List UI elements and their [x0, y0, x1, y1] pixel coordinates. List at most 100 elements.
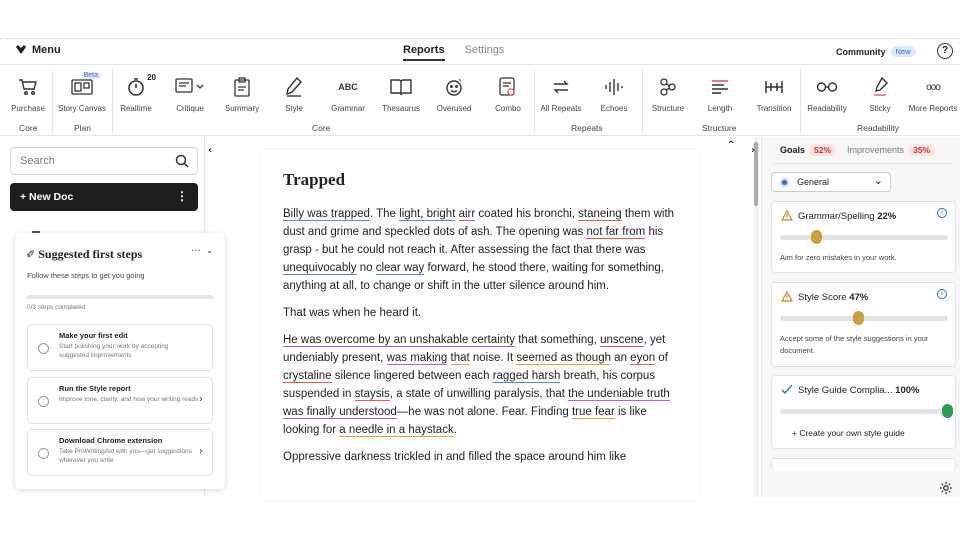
more-vertical-icon[interactable]: ⋮	[176, 189, 188, 203]
tool-grammar[interactable]: ABC Grammar	[328, 65, 368, 113]
goal-desc: Accept some of the style suggestions in …	[780, 334, 929, 355]
suggestion-highlight[interactable]: clear way	[375, 262, 425, 275]
step-radio[interactable]	[38, 343, 49, 354]
step-radio[interactable]	[38, 396, 49, 407]
length-icon	[712, 80, 728, 94]
step-card-style-report[interactable]: Run the Style report Improve tone, clari…	[27, 377, 213, 424]
tool-critique[interactable]: Critique	[170, 65, 210, 113]
tool-label: Overused	[436, 104, 472, 113]
suggestion-highlight[interactable]: Billy was trapped	[283, 208, 370, 221]
tool-length[interactable]: Length	[702, 65, 738, 113]
tool-readability[interactable]: Readability	[806, 65, 848, 113]
tab-goals[interactable]: Goals 52%	[780, 144, 837, 156]
new-doc-button[interactable]: + New Doc ⋮	[10, 183, 198, 211]
suggestion-highlight[interactable]: unscene	[600, 334, 644, 347]
more-horizontal-icon[interactable]: ···	[191, 245, 201, 256]
tool-label: More Reports	[908, 104, 958, 113]
tab-reports[interactable]: Reports	[403, 44, 445, 61]
tool-overused[interactable]: Overused	[434, 65, 474, 113]
document-page[interactable]: Trapped Billy was trapped. The light, br…	[261, 150, 699, 500]
tool-sticky[interactable]: Sticky	[860, 65, 900, 113]
suggestion-highlight[interactable]: true fear	[571, 406, 615, 419]
goal-card-style-guide[interactable]: Style Guide Complia... 100% + Create you…	[771, 375, 956, 449]
goal-slider-knob[interactable]	[942, 404, 953, 418]
tool-thesaurus[interactable]: Thesaurus	[380, 65, 422, 113]
clipboard-icon	[234, 77, 250, 97]
tool-label: Purchase	[11, 104, 45, 113]
suggestion-highlight[interactable]: unequivocably	[283, 262, 357, 275]
goal-profile-value: General	[797, 177, 830, 187]
suggestion-highlight[interactable]: light, bright	[399, 208, 456, 221]
chevron-right-icon[interactable]: ›	[199, 446, 203, 457]
tool-purchase[interactable]: Purchase	[8, 65, 48, 113]
step-desc: Start polishing your work by accepting s…	[59, 343, 169, 359]
tool-more-reports[interactable]: ooo More Reports	[908, 65, 958, 114]
tool-all-repeats[interactable]: All Repeats	[538, 65, 584, 113]
collapse-left-icon[interactable]: ‹	[208, 145, 212, 156]
paragraph[interactable]: Billy was trapped. The light, bright air…	[283, 205, 681, 295]
suggestion-highlight[interactable]: was making	[386, 352, 448, 365]
chevron-right-icon[interactable]: ›	[199, 394, 203, 405]
paragraph[interactable]: Oppressive darkness trickled in and fill…	[283, 448, 681, 466]
create-style-guide-link[interactable]: + Create your own style guide	[792, 428, 905, 438]
info-icon[interactable]: i	[937, 289, 947, 299]
info-icon[interactable]: i	[937, 208, 947, 218]
doc-title[interactable]: Trapped	[283, 170, 345, 190]
goal-name: Style Guide Complia...	[798, 385, 893, 396]
suggestion-highlight[interactable]: airr	[458, 208, 476, 221]
menu-button[interactable]: Menu	[15, 44, 61, 56]
goal-card-grammar[interactable]: Grammar/Spelling 22% i Aim for zero mist…	[771, 201, 956, 273]
step-title: Run the Style report	[59, 384, 131, 393]
critique-icon	[175, 78, 204, 93]
goal-score: 22%	[877, 211, 897, 222]
community-link[interactable]: Community New	[836, 46, 916, 57]
suggestion-highlight[interactable]: not far from	[586, 226, 646, 239]
goal-slider-track[interactable]	[780, 235, 948, 240]
tool-echoes[interactable]: Echoes	[596, 65, 632, 113]
steps-progress-bar	[27, 295, 213, 299]
search-input[interactable]: Search	[10, 147, 198, 175]
tool-style[interactable]: Style	[276, 65, 312, 113]
suggestion-highlight[interactable]: crystaline	[283, 370, 332, 383]
logo-icon	[16, 45, 26, 54]
goal-slider-track[interactable]	[780, 409, 948, 414]
tool-combo[interactable]: Combo	[488, 65, 528, 113]
goal-slider-track[interactable]	[780, 316, 948, 321]
tab-settings[interactable]: Settings	[465, 44, 505, 61]
group-repeats-label: Repeats	[571, 123, 603, 133]
step-radio[interactable]	[38, 448, 49, 459]
suggestion-highlight[interactable]: staysis	[354, 388, 390, 401]
cart-icon	[19, 79, 37, 95]
suggestion-highlight[interactable]: staneing	[578, 208, 622, 221]
menu-label: Menu	[32, 44, 61, 56]
goal-profile-select[interactable]: General ⌄	[771, 172, 891, 192]
step-card-first-edit[interactable]: Make your first edit Start polishing you…	[27, 324, 213, 371]
tool-structure[interactable]: Structure	[648, 65, 688, 113]
paragraph[interactable]: He was overcome by an unshakable certain…	[283, 331, 681, 439]
goal-slider-knob[interactable]	[810, 230, 822, 244]
step-desc: Take ProWritingAid with you—get suggesti…	[59, 448, 192, 464]
gear-icon[interactable]	[939, 481, 953, 495]
step-card-chrome-extension[interactable]: Download Chrome extension Take ProWritin…	[27, 429, 213, 476]
help-icon[interactable]: ?	[937, 43, 953, 59]
goal-card-style-score[interactable]: Style Score 47% i Accept some of the sty…	[771, 282, 956, 367]
goal-slider-knob[interactable]	[852, 311, 864, 325]
chevron-down-icon[interactable]: ⌄	[206, 246, 213, 255]
tool-story-canvas[interactable]: Beta Story Canvas	[56, 65, 108, 113]
tool-transition[interactable]: Transition	[754, 65, 794, 113]
suggestion-highlight[interactable]: ragged harsh	[492, 370, 561, 383]
suggestion-highlight[interactable]: eyon	[630, 352, 656, 365]
tool-summary[interactable]: Summary	[222, 65, 262, 113]
suggestion-highlight[interactable]: a needle in a haystack	[339, 424, 454, 437]
step-title: Make your first edit	[59, 331, 128, 340]
transition-icon	[765, 81, 783, 93]
suggestion-highlight[interactable]: He was overcome by an unshakable certain…	[283, 334, 516, 347]
suggestion-highlight[interactable]: seemed as though	[516, 352, 611, 365]
tool-realtime[interactable]: 20 Realtime	[116, 65, 156, 113]
suggestion-highlight[interactable]: that	[450, 352, 470, 365]
chevron-up-icon[interactable]: ⌃	[727, 140, 735, 151]
paragraph[interactable]: That was when he heard it.	[283, 304, 681, 322]
collapse-right-icon[interactable]: ›	[751, 145, 755, 156]
tab-improvements[interactable]: Improvements 35%	[847, 144, 936, 156]
doc-body[interactable]: Billy was trapped. The light, bright air…	[283, 205, 681, 475]
